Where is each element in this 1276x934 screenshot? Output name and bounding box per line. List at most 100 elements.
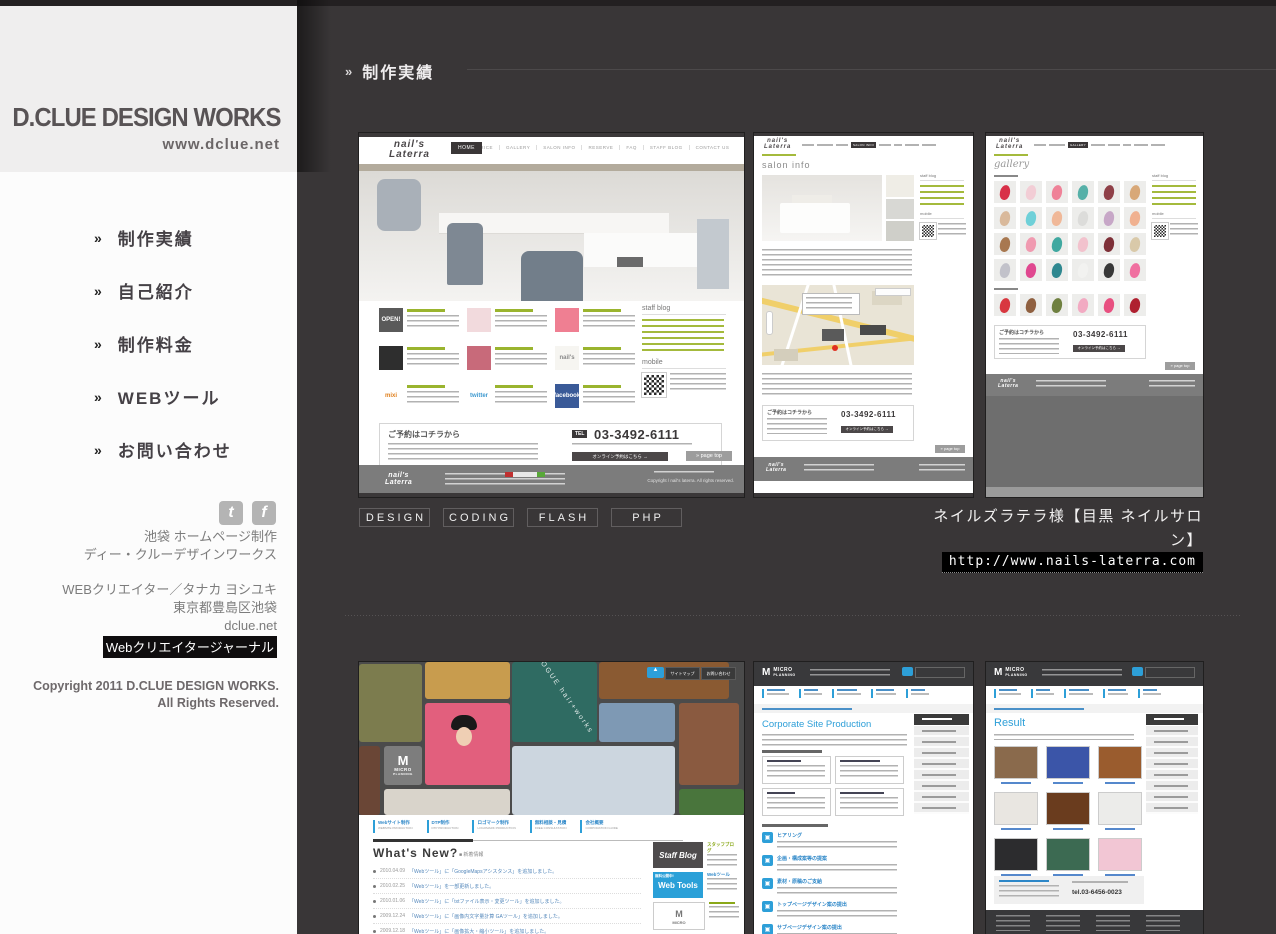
sidebar-nav-item[interactable]: » お問い合わせ [94, 437, 232, 462]
body-text-bars [762, 373, 912, 395]
site-logo[interactable]: D.CLUE DESIGN WORKS www.dclue.net [0, 6, 297, 172]
rule-accent [373, 839, 473, 842]
menu-item-bar [530, 820, 532, 833]
micro-menu: Webサイト制作 WEBSITE PRODUCTION DTP制作 DTP PR… [373, 820, 733, 833]
staff-blog-tile[interactable]: Staff Blog [653, 842, 703, 868]
section-label-bar [994, 288, 1018, 290]
tel-number: 03-3492-6111 [1073, 330, 1128, 339]
news-text: 「Webツール」を一部更新しました。 [409, 883, 494, 890]
micro-logo-tile[interactable]: M MICRO [653, 902, 705, 930]
nail-art [999, 297, 1012, 314]
portfolio-thumbnail-laterra-saloninfo[interactable]: nail'sLaterra SALON INFO salon info [754, 133, 973, 497]
menu-item-bar [472, 820, 474, 833]
menu-item-bar [427, 820, 429, 833]
menu-item-en: LOGOMARK PRODUCTION [477, 826, 515, 830]
breadcrumb [762, 154, 796, 156]
footer-banner [505, 472, 545, 477]
process-icon: ▣ [762, 878, 773, 889]
arrow-bullet-icon: » [94, 389, 102, 405]
gallery-grid [994, 181, 1146, 281]
online-reserve-button[interactable]: オンライン予約はこちら → [572, 452, 668, 461]
news-item-body-bars [583, 315, 635, 329]
sidebar-nav-item[interactable]: » 制作実績 [94, 225, 232, 250]
news-date: 2009.12.24 [380, 913, 405, 919]
online-reserve-button[interactable]: オンライン予約はこちら → [1073, 345, 1125, 352]
contact-company-bar [1072, 881, 1128, 883]
nail-photo [1020, 259, 1042, 281]
news-item-body-bars [495, 391, 547, 405]
page-top-button[interactable]: » page top [935, 445, 965, 453]
portfolio-thumbnail-micro-home[interactable]: M MICRO PLANNING [359, 662, 744, 934]
nail-photo [1098, 233, 1120, 255]
result-caption-bar [1105, 828, 1135, 830]
tile-desc-bars [707, 854, 737, 866]
news-item: mixi [379, 384, 464, 420]
trolley [697, 219, 729, 289]
nail-photo [1098, 294, 1120, 316]
page-heading: Result [994, 717, 1025, 729]
side-menu [1146, 726, 1198, 814]
point-box [835, 788, 904, 816]
mobile-block [1152, 223, 1198, 239]
process-item: ▣ ヒアリング [762, 832, 908, 849]
mosaic-photo-tile [359, 746, 380, 815]
news-text: 「Webツール」に「GoogleMapsアシスタンス」を追加しました。 [409, 868, 557, 875]
laterra-nav: GALLERY [1034, 142, 1165, 148]
news-item-title-bar [583, 385, 621, 388]
twitter-icon[interactable]: t [219, 501, 243, 525]
portfolio-thumbnail-micro-corporate[interactable]: M MICROPLANNING Corporate Site Productio… [754, 662, 973, 934]
online-reserve-button[interactable]: オンライン予約はこちら → [841, 426, 893, 433]
laterra-footer: nail'sLaterra [986, 374, 1203, 396]
section-header: » 制作実績 [345, 59, 434, 83]
thumb-topbar [754, 133, 973, 136]
mobile-text-bars [1170, 223, 1198, 235]
reserve-title: ご予約はコチラから [999, 329, 1044, 336]
logo-card [886, 175, 914, 197]
laterra-nav: SALON INFO [802, 142, 936, 148]
facebook-icon[interactable]: f [252, 501, 276, 525]
header-contact-bars [810, 669, 890, 679]
sidebar-nav-item[interactable]: » 制作料金 [94, 331, 232, 356]
journal-link[interactable]: Webクリエイタージャーナル [103, 636, 277, 658]
mini-photo [886, 199, 914, 219]
news-item-brand: OPEN! [381, 317, 400, 323]
tag-badge: PHP [611, 508, 682, 527]
news-row: 2010.02.25 「Webツール」を一部更新しました。 [373, 879, 641, 894]
sidebar-nav-label: 自己紹介 [118, 278, 194, 303]
web-tools-tile[interactable]: 無料公開中! Web Tools [653, 872, 703, 898]
news-item-thumb: mixi [379, 384, 403, 408]
profile-block: WEBクリエイター／タナカ ヨシユキ東京都豊島区池袋dclue.net [62, 581, 277, 635]
mobile-block [920, 223, 966, 239]
page-top-button[interactable]: » page top [1165, 362, 1195, 370]
process-title: 素材・原稿のご支給 [777, 878, 897, 885]
portfolio-thumbnail-laterra-gallery[interactable]: nail'sLaterra GALLERY gallery staff blog [986, 133, 1203, 497]
menu-item [1031, 689, 1054, 702]
result-caption-bar [1001, 782, 1031, 784]
sidebar-nav-item[interactable]: » 自己紹介 [94, 278, 232, 303]
web-tools-banner-row: 無料公開中! Web Tools Webツール [653, 872, 737, 898]
news-date: 2010.01.06 [380, 898, 405, 904]
beige-strip [359, 164, 744, 171]
process-item: ▣ 企画・構成案等の提案 [762, 855, 908, 872]
tag-badge: CODING [443, 508, 514, 527]
result-card [1046, 746, 1090, 784]
portfolio-thumbnail-laterra-home[interactable]: nail'sLaterra MENU&PRICEGALLERYSALON INF… [359, 133, 744, 497]
sidebar-nav-item[interactable]: » WEBツール [94, 384, 232, 409]
nail-photo [994, 294, 1016, 316]
menu-item [1064, 689, 1093, 702]
nail-art [1025, 184, 1038, 201]
reserve-text-bars [767, 418, 827, 434]
mosaic-photo-tile [425, 703, 510, 785]
menu-item [762, 689, 789, 702]
arrow-bullet-icon: » [94, 230, 102, 246]
header-button [915, 667, 965, 678]
result-screenshot [1098, 792, 1142, 825]
news-text: 「Webツール」に「txtファイル表示・変更ツール」を追加しました。 [409, 898, 564, 905]
nail-art [1051, 210, 1064, 227]
portfolio-thumbnail-micro-result[interactable]: M MICROPLANNING Result [986, 662, 1203, 934]
project-title: ネイルズラテラ様【目黒 ネイルサロ ン】 [683, 505, 1203, 552]
page-top-button[interactable]: » page top [686, 451, 732, 461]
nail-photo [1046, 294, 1068, 316]
micro-menu [986, 686, 1203, 702]
project-url-link[interactable]: http://www.nails-laterra.com [942, 552, 1203, 573]
